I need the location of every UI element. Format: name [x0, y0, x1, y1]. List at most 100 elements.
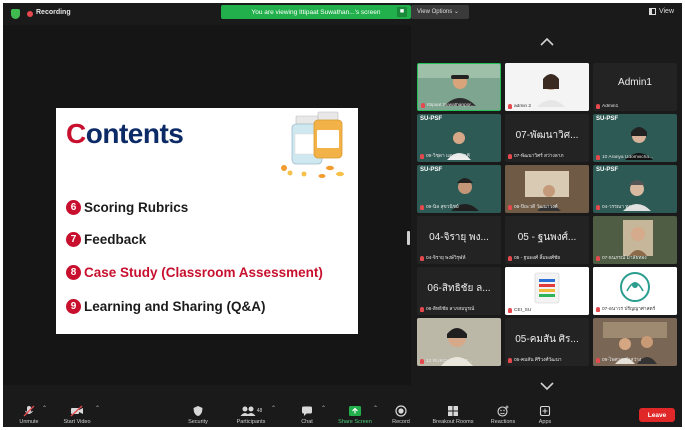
slide-item-number: 6 [66, 200, 81, 215]
mic-muted-icon [508, 255, 512, 261]
smiley-plus-icon [495, 405, 511, 417]
unmute-button[interactable]: Unmute [17, 399, 41, 427]
participant-name: 05 - ฐนพงศ์ ลิ้มพงศ์ชัย [508, 254, 587, 262]
participant-name: 07-อนาวร ปรัญญาศาสตร์ [596, 305, 675, 313]
participant-tile[interactable]: 06-สิทธิชัย ล... 06-สิทธิชัย ลาภสมบูรณ์ [417, 267, 501, 315]
participant-name: 07-พัฒนาวิศร์ สว่างลาภ [508, 152, 587, 160]
participant-tile[interactable]: 05 - ฐนพงศ์... 05 - ฐนพงศ์ ลิ้มพงศ์ชัย [505, 216, 589, 264]
share-options-caret[interactable]: ⌃ [373, 405, 378, 412]
participant-tile[interactable]: SU-PSF 09-นิล สุขวนิชย์ [417, 165, 501, 213]
participants-options-caret[interactable]: ⌃ [271, 405, 276, 412]
participant-name: 04-วรรณา ทองสุข [596, 203, 675, 211]
view-button[interactable]: View [648, 8, 674, 15]
shared-screen-area: Contents 6 Scoring Rubrics 7 Feedback 8 … [3, 25, 411, 385]
security-button[interactable]: Security [183, 399, 213, 427]
participant-gallery: Ittipaat Suwathanpor... admin 2 Admin1 A… [417, 63, 677, 369]
slide-item: 7 Feedback [66, 232, 146, 247]
start-video-button[interactable]: Start Video [59, 399, 95, 427]
view-layout-icon [648, 8, 656, 15]
share-screen-button[interactable]: Share Screen [335, 399, 375, 427]
participant-tile[interactable]: CEI_SU [505, 267, 589, 315]
leave-button[interactable]: Leave [639, 408, 675, 422]
participant-tile[interactable]: Admin1 Admin1 [593, 63, 677, 111]
meeting-toolbar: Unmute ⌃ Start Video ⌃ Security 48 Parti… [3, 399, 682, 427]
slide-item-text: Scoring Rubrics [84, 200, 189, 215]
mic-muted-icon [420, 204, 424, 210]
participant-display-name: 05-คมสัน ศิร... [515, 334, 579, 345]
participant-display-name: 06-สิทธิชัย ล... [427, 283, 491, 294]
participant-tile[interactable]: 07-อนาวร ปรัญญาศาสตร์ [593, 267, 677, 315]
mic-off-icon [21, 405, 37, 417]
recording-label: Recording [36, 9, 71, 16]
top-bar: Recording You are viewing Ittipaat Suwat… [3, 3, 682, 25]
participant-tile[interactable]: SU-PSF 10 Aranya Udomvicha... [593, 114, 677, 162]
participant-tile[interactable]: 07-ธนภรณ์ มาลัยทอง [593, 216, 677, 264]
participant-tile[interactable]: SU-PSF 04-วรรณา ทองสุข [593, 165, 677, 213]
participant-tile[interactable]: 06-ปิยะวดี วัฒนาวงศ์ [505, 165, 589, 213]
slide-title-initial: C [66, 118, 86, 149]
participants-button[interactable]: 48 Participants [229, 399, 273, 427]
chat-button[interactable]: Chat [295, 399, 319, 427]
participant-name: 12 RUKCHANOK R... [420, 359, 499, 364]
share-screen-icon [347, 405, 363, 417]
participants-count: 48 [256, 408, 263, 414]
mic-muted-icon [420, 359, 424, 364]
slide-item-text: Learning and Sharing (Q&A) [84, 299, 266, 314]
participant-display-name: 07-พัฒนาวิศ... [515, 130, 579, 141]
mic-muted-icon [420, 306, 424, 312]
mic-muted-icon [420, 153, 424, 159]
slide-title: Contents [66, 118, 184, 150]
view-options-button[interactable]: View Options ⌄ [411, 5, 469, 19]
participant-tile[interactable]: SU-PSF 09-วิชุดา แดงสามัคคี [417, 114, 501, 162]
shield-icon [190, 405, 206, 417]
medicine-bottles-image [281, 111, 344, 178]
record-button[interactable]: Record [389, 399, 413, 427]
mic-muted-icon [508, 204, 512, 210]
participant-tile[interactable]: 09-ไพศาล คำสว่าง [593, 318, 677, 366]
breakout-rooms-icon [445, 405, 461, 417]
participant-tile[interactable]: 12 RUKCHANOK R... [417, 318, 501, 366]
participant-tile[interactable]: 05-คมสัน ศิร... 05-คมสัน ศิริวงศ์วัฒนา [505, 318, 589, 366]
participant-name: CEI_SU [508, 308, 587, 313]
mic-muted-icon [508, 308, 512, 313]
slide-item: 9 Learning and Sharing (Q&A) [66, 299, 266, 314]
participant-name: Ittipaat Suwathanpor... [421, 103, 498, 108]
participant-display-name: Admin1 [618, 77, 652, 88]
banner-close-icon[interactable]: ■ [397, 7, 407, 17]
chat-bubble-icon [299, 405, 315, 417]
slide-item: 8 Case Study (Classroom Assessment) [66, 265, 323, 280]
participant-name: 09-ไพศาล คำสว่าง [596, 356, 675, 364]
participant-tile[interactable]: admin 2 [505, 63, 589, 111]
view-label: View [658, 8, 674, 15]
participant-name: 05-คมสัน ศิริวงศ์วัฒนา [508, 356, 587, 364]
panel-resize-handle[interactable] [407, 231, 410, 245]
mic-muted-icon [596, 155, 600, 160]
participant-tile[interactable]: Ittipaat Suwathanpor... [417, 63, 501, 111]
participant-name: 09-วิชุดา แดงสามัคคี [420, 152, 499, 160]
chat-options-caret[interactable]: ⌃ [321, 405, 326, 412]
slide-item: 6 Scoring Rubrics [66, 200, 188, 215]
zoom-window: Recording You are viewing Ittipaat Suwat… [3, 3, 682, 427]
mic-muted-icon [596, 306, 600, 312]
mic-muted-icon [596, 204, 600, 210]
participant-tile[interactable]: 04-จิรายุ พง... 04-จิรายุ พงษ์วิรุฬห์ [417, 216, 501, 264]
chevron-down-icon[interactable] [539, 381, 555, 391]
participant-display-name: 05 - ฐนพงศ์... [517, 232, 577, 243]
participant-name: 10 Aranya Udomvicha... [596, 155, 675, 160]
chevron-up-icon[interactable] [539, 37, 555, 47]
participant-tile[interactable]: 07-พัฒนาวิศ... 07-พัฒนาวิศร์ สว่างลาภ [505, 114, 589, 162]
breakout-rooms-button[interactable]: Breakout Rooms [427, 399, 479, 427]
shield-icon[interactable] [11, 9, 20, 19]
viewing-banner-text: You are viewing Ittipaat Suwathan...'s s… [251, 8, 381, 16]
video-options-caret[interactable]: ⌃ [95, 405, 100, 412]
audio-options-caret[interactable]: ⌃ [42, 405, 47, 412]
mic-muted-icon [420, 255, 424, 261]
apps-button[interactable]: Apps [533, 399, 557, 427]
mic-muted-icon [596, 104, 600, 109]
apps-icon [537, 405, 553, 417]
slide-item-number: 9 [66, 299, 81, 314]
reactions-button[interactable]: Reactions [487, 399, 519, 427]
slide-item-text: Feedback [84, 232, 147, 247]
participant-display-name: 04-จิรายุ พง... [429, 232, 489, 243]
participant-name: 07-ธนภรณ์ มาลัยทอง [596, 254, 675, 262]
